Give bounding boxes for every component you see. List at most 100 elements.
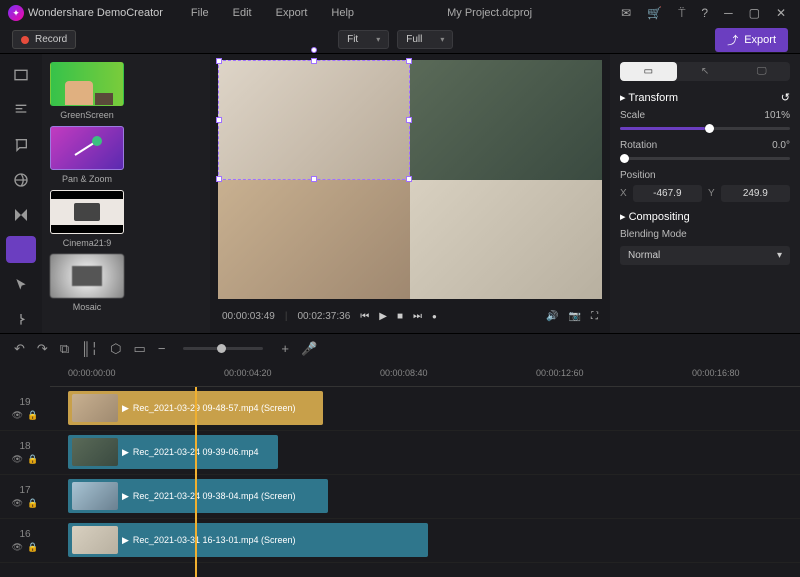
tab-cursor[interactable]: ↖ xyxy=(677,62,734,81)
stop-button[interactable]: ■ xyxy=(397,311,403,322)
transform-header[interactable]: ▸ Transform↺ xyxy=(620,91,790,104)
lock-icon[interactable]: 🔒 xyxy=(27,542,38,553)
preview-panel: 00:00:03:49 | 00:02:37:36 ⏮ ▶ ■ ⏭ ● 🔊 📷 … xyxy=(210,54,610,333)
reset-icon[interactable]: ↺ xyxy=(781,91,790,104)
redo-button[interactable]: ↷ xyxy=(37,341,48,357)
undo-button[interactable]: ↶ xyxy=(14,341,25,357)
tab-video[interactable]: ▭ xyxy=(620,62,677,81)
clip-thumbnail xyxy=(72,526,118,554)
lock-icon[interactable]: 🔒 xyxy=(27,498,38,509)
full-dropdown[interactable]: Full▾ xyxy=(397,30,453,49)
effect-cinema[interactable]: Cinema21:9 xyxy=(50,190,124,248)
minimize-icon[interactable]: ─ xyxy=(718,6,739,20)
sidebar-cursor-icon[interactable] xyxy=(6,271,36,298)
preview-quadrant xyxy=(410,180,602,300)
track-row: ▶Rec_2021-03-24 09-38-04.mp4 (Screen) xyxy=(50,475,800,519)
app-name: Wondershare DemoCreator xyxy=(28,7,163,19)
maximize-icon[interactable]: ▢ xyxy=(743,6,766,20)
rotation-slider[interactable] xyxy=(620,157,790,160)
cart-icon[interactable]: 🛒 xyxy=(641,6,668,20)
ruler-mark: 00:00:16:80 xyxy=(692,368,740,378)
zoom-slider[interactable] xyxy=(183,347,263,350)
user-icon[interactable]: ⍡ xyxy=(672,6,691,21)
lock-icon[interactable]: 🔒 xyxy=(27,410,38,421)
preview-total-time: 00:02:37:36 xyxy=(297,311,350,322)
clip[interactable]: ▶Rec_2021-03-24 09-39-06.mp4 xyxy=(68,435,278,469)
effect-greenscreen[interactable]: GreenScreen xyxy=(50,62,124,120)
eye-icon[interactable]: 👁 xyxy=(12,454,23,465)
record-button[interactable]: Record xyxy=(12,30,76,49)
menu-edit[interactable]: Edit xyxy=(223,7,262,19)
sidebar xyxy=(0,54,42,333)
transform-label: Transform xyxy=(628,92,678,104)
zoom-out-button[interactable]: − xyxy=(158,341,166,356)
rec-indicator-icon: ● xyxy=(432,312,437,321)
compositing-header[interactable]: ▸ Compositing xyxy=(620,210,790,223)
eye-icon[interactable]: 👁 xyxy=(12,542,23,553)
export-label: Export xyxy=(744,34,776,46)
track-row: ▶Rec_2021-03-31 16-13-01.mp4 (Screen) xyxy=(50,519,800,563)
clip-thumbnail xyxy=(72,482,118,510)
sidebar-globe-icon[interactable] xyxy=(6,167,36,194)
next-frame-button[interactable]: ⏭ xyxy=(413,311,422,322)
record-label: Record xyxy=(35,34,67,45)
zoom-in-button[interactable]: + xyxy=(281,341,289,356)
snapshot-button[interactable]: 📷 xyxy=(569,311,581,322)
clip-thumbnail xyxy=(72,394,118,422)
marker-button[interactable]: ⬡ xyxy=(110,341,121,357)
effect-label: Cinema21:9 xyxy=(50,234,124,248)
volume-button[interactable]: 🔊 xyxy=(546,311,558,322)
tab-monitor[interactable]: 🖵 xyxy=(733,62,790,81)
track-header[interactable]: 18 👁 🔒 xyxy=(0,431,50,475)
eye-icon[interactable]: 👁 xyxy=(12,498,23,509)
group-button[interactable]: ▭ xyxy=(134,341,146,357)
video-icon: ▶ xyxy=(122,491,129,502)
effect-mosaic[interactable]: Mosaic xyxy=(50,254,124,312)
track-labels: 19👁🔒 18👁🔒 17👁🔒 16👁🔒 xyxy=(0,387,50,577)
prev-frame-button[interactable]: ⏮ xyxy=(360,311,369,322)
pos-y-input[interactable]: 249.9 xyxy=(721,185,790,202)
close-icon[interactable]: ✕ xyxy=(770,6,792,20)
clip[interactable]: ▶Rec_2021-03-31 16-13-01.mp4 (Screen) xyxy=(68,523,428,557)
sidebar-text-icon[interactable] xyxy=(6,97,36,124)
preview-quadrant xyxy=(218,60,410,180)
clip-label: Rec_2021-03-24 09-39-06.mp4 xyxy=(133,447,259,457)
clip[interactable]: ▶Rec_2021-03-29 09-48-57.mp4 (Screen) xyxy=(68,391,323,425)
clips-area[interactable]: ▶Rec_2021-03-29 09-48-57.mp4 (Screen) ▶R… xyxy=(50,387,800,577)
menu-export[interactable]: Export xyxy=(266,7,318,19)
track-header[interactable]: 16👁🔒 xyxy=(0,519,50,563)
mic-button[interactable]: 🎤 xyxy=(301,341,317,357)
help-icon[interactable]: ? xyxy=(695,6,714,20)
sidebar-transition-icon[interactable] xyxy=(6,202,36,229)
mail-icon[interactable]: ✉ xyxy=(615,6,637,20)
export-button[interactable]: ⤴Export xyxy=(715,28,788,52)
record-dot-icon xyxy=(21,36,29,44)
titlebar: ✦ Wondershare DemoCreator File Edit Expo… xyxy=(0,0,800,26)
ruler-mark: 00:00:12:60 xyxy=(536,368,584,378)
scale-label: Scale xyxy=(620,110,645,121)
track-number: 18 xyxy=(19,441,30,452)
crop-button[interactable]: ⧉ xyxy=(60,341,69,357)
effect-panzoom[interactable]: Pan & Zoom xyxy=(50,126,124,184)
preview-canvas[interactable] xyxy=(218,60,602,299)
menu-file[interactable]: File xyxy=(181,7,219,19)
menu-help[interactable]: Help xyxy=(321,7,364,19)
fullscreen-button[interactable]: ⛶ xyxy=(591,311,598,322)
rotation-value: 0.0° xyxy=(772,140,790,151)
scale-slider[interactable] xyxy=(620,127,790,130)
clip[interactable]: ▶Rec_2021-03-24 09-38-04.mp4 (Screen) xyxy=(68,479,328,513)
timeline-ruler[interactable]: 00:00:00:00 00:00:04:20 00:00:08:40 00:0… xyxy=(50,363,800,387)
pos-x-input[interactable]: -467.9 xyxy=(633,185,702,202)
sidebar-media-icon[interactable] xyxy=(6,62,36,89)
track-header[interactable]: 17👁🔒 xyxy=(0,475,50,519)
blend-mode-dropdown[interactable]: Normal▾ xyxy=(620,246,790,265)
sidebar-effects-icon[interactable] xyxy=(6,236,36,263)
sidebar-more-icon[interactable] xyxy=(6,306,36,333)
sidebar-annotation-icon[interactable] xyxy=(6,132,36,159)
play-button[interactable]: ▶ xyxy=(379,311,387,322)
eye-icon[interactable]: 👁 xyxy=(12,410,23,421)
lock-icon[interactable]: 🔒 xyxy=(27,454,38,465)
fit-dropdown[interactable]: Fit▾ xyxy=(338,30,389,49)
track-header[interactable]: 19👁🔒 xyxy=(0,387,50,431)
split-button[interactable]: ║╎ xyxy=(81,341,98,357)
